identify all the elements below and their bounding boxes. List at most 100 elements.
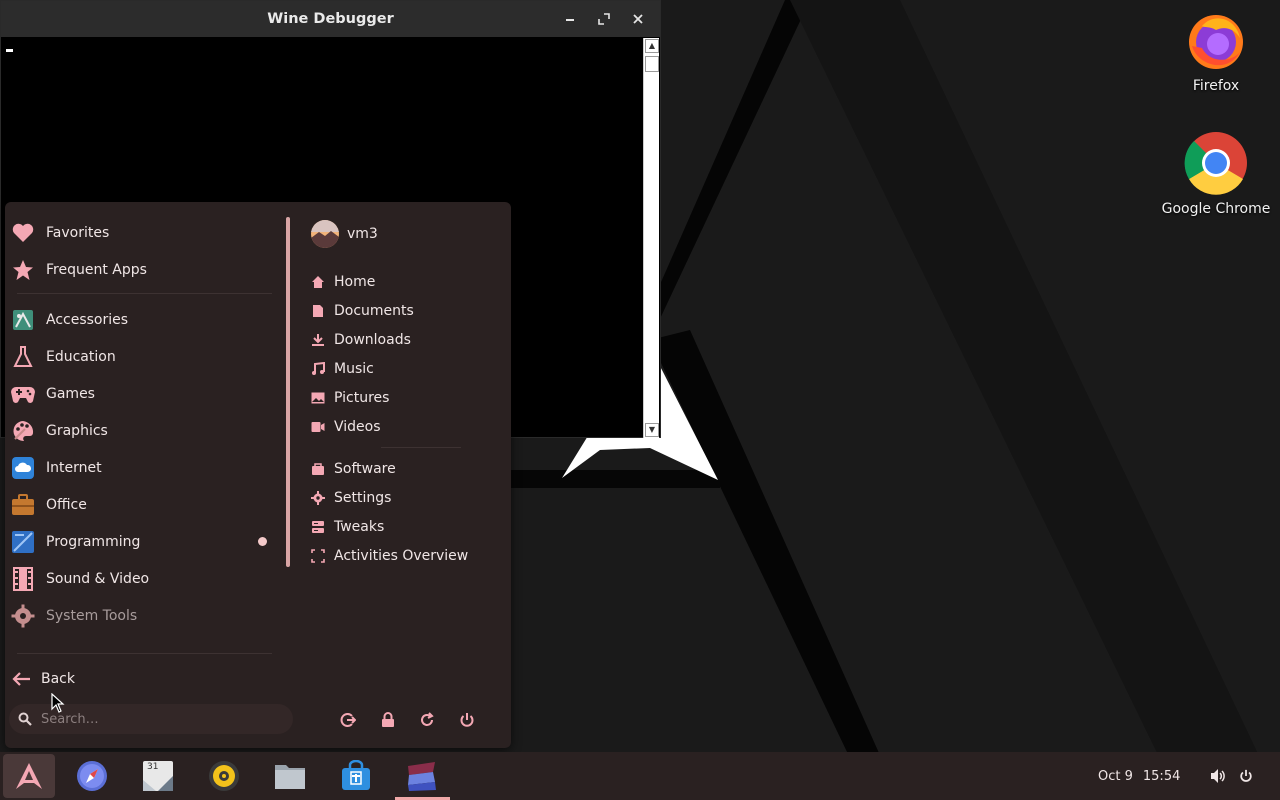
system-software[interactable]: Software	[310, 456, 396, 482]
taskbar-app-files[interactable]	[262, 754, 318, 798]
back-label: Back	[41, 671, 75, 687]
desktop-icon-label: Google Chrome	[1161, 201, 1271, 217]
category-label: Education	[46, 349, 116, 365]
system-activities-overview[interactable]: Activities Overview	[310, 543, 468, 569]
menu-divider	[381, 447, 461, 448]
files-icon	[275, 765, 305, 789]
flask-icon	[10, 344, 36, 370]
maximize-button[interactable]	[590, 5, 618, 33]
restart-icon	[421, 712, 434, 726]
wine-icon	[408, 762, 436, 791]
power-icon	[460, 713, 474, 727]
taskbar-app-rhythmbox[interactable]	[196, 754, 252, 798]
category-system-tools[interactable]: System Tools	[10, 600, 280, 632]
place-label: Music	[334, 361, 374, 377]
category-label: Graphics	[46, 423, 108, 439]
app-menu-icon	[16, 763, 42, 789]
compass-icon	[77, 761, 107, 791]
minimize-button[interactable]	[556, 5, 584, 33]
scrollbar-thumb[interactable]	[645, 56, 659, 72]
window-title: Wine Debugger	[267, 11, 394, 27]
palette-icon	[10, 418, 36, 444]
clock-date: Oct 9	[1098, 768, 1133, 784]
bag-icon	[310, 461, 326, 477]
chrome-icon	[1184, 132, 1247, 195]
software-store-icon	[342, 760, 370, 790]
window-titlebar[interactable]: Wine Debugger	[1, 1, 660, 37]
menu-scrollbar[interactable]	[286, 217, 290, 567]
power-icon	[1240, 769, 1252, 782]
restart-button[interactable]	[415, 708, 439, 732]
document-icon	[310, 303, 326, 319]
place-home[interactable]: Home	[310, 269, 375, 295]
download-icon	[310, 332, 326, 348]
lock-icon	[382, 712, 394, 727]
category-label: Programming	[46, 534, 141, 550]
settings-icon	[310, 490, 326, 506]
taskbar-app-compass[interactable]	[64, 754, 120, 798]
maximize-icon	[598, 13, 610, 25]
category-label: Games	[46, 386, 95, 402]
category-games[interactable]: Games	[10, 378, 280, 410]
volume-icon	[1211, 769, 1225, 783]
taskbar-app-menu-button[interactable]	[3, 754, 55, 798]
category-programming[interactable]: Programming	[10, 526, 280, 558]
firefox-icon	[1189, 15, 1243, 69]
scroll-up-arrow[interactable]: ▲	[645, 39, 659, 53]
lock-button[interactable]	[376, 708, 400, 732]
music-icon	[310, 361, 326, 377]
category-graphics[interactable]: Graphics	[10, 415, 280, 447]
category-label: Frequent Apps	[46, 262, 147, 278]
taskbar-app-calendar[interactable]: 31	[130, 754, 186, 798]
picture-icon	[310, 390, 326, 406]
category-office[interactable]: Office	[10, 489, 280, 521]
clock[interactable]: Oct 9 15:54	[1098, 752, 1190, 800]
desktop-icon-chrome[interactable]: Google Chrome	[1156, 131, 1276, 217]
place-documents[interactable]: Documents	[310, 298, 414, 324]
clock-time: 15:54	[1142, 768, 1181, 784]
logout-button[interactable]	[336, 708, 360, 732]
scroll-down-arrow[interactable]: ▼	[645, 423, 659, 437]
category-label: Favorites	[46, 225, 110, 241]
close-button[interactable]	[624, 5, 652, 33]
power-off-button[interactable]	[455, 708, 479, 732]
place-label: Pictures	[334, 390, 390, 406]
category-internet[interactable]: Internet	[10, 452, 280, 484]
place-pictures[interactable]: Pictures	[310, 385, 389, 411]
place-music[interactable]: Music	[310, 356, 374, 382]
category-favorites[interactable]: Favorites	[10, 217, 280, 249]
briefcase-icon	[10, 492, 36, 518]
system-settings[interactable]: Settings	[310, 485, 391, 511]
back-button[interactable]: Back	[11, 666, 75, 692]
user-account[interactable]: vm3	[311, 219, 378, 249]
taskbar-app-wine[interactable]	[394, 754, 450, 798]
category-label: Accessories	[46, 312, 129, 328]
system-label: Activities Overview	[334, 548, 469, 564]
power-menu-button[interactable]	[1236, 766, 1256, 786]
desktop-icon-firefox[interactable]: Firefox	[1156, 8, 1276, 94]
gear-icon	[10, 603, 36, 629]
desktop-icon-label: Firefox	[1192, 78, 1240, 94]
gamepad-icon	[10, 381, 36, 407]
category-education[interactable]: Education	[10, 341, 280, 373]
category-label: Internet	[46, 460, 102, 476]
home-icon	[310, 274, 326, 290]
place-videos[interactable]: Videos	[310, 414, 381, 440]
overview-icon	[310, 548, 326, 564]
taskbar-app-software[interactable]	[328, 754, 384, 798]
tweaks-icon	[310, 519, 326, 535]
search-input[interactable]	[41, 711, 271, 727]
category-label: Sound & Video	[46, 571, 150, 587]
star-icon	[10, 257, 36, 283]
category-sound-video[interactable]: Sound & Video	[10, 563, 280, 595]
programming-icon	[10, 529, 36, 555]
vertical-scrollbar[interactable]: ▲ ▼	[643, 38, 659, 438]
taskbar: 31 Oct 9 15:54	[0, 752, 1280, 800]
rhythmbox-icon	[209, 761, 239, 791]
system-tweaks[interactable]: Tweaks	[310, 514, 384, 540]
category-frequent-apps[interactable]: Frequent Apps	[10, 254, 280, 286]
category-label: System Tools	[46, 608, 138, 624]
place-downloads[interactable]: Downloads	[310, 327, 411, 353]
volume-button[interactable]	[1208, 766, 1228, 786]
category-accessories[interactable]: Accessories	[10, 304, 280, 336]
